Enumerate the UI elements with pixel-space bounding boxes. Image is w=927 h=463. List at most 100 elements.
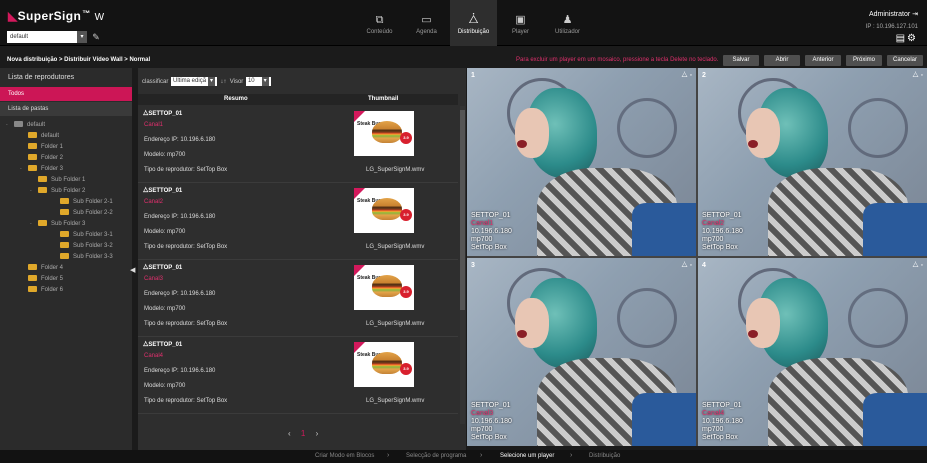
save-button[interactable]: Salvar [723,55,759,66]
folder-icon [28,132,37,139]
tree-folder[interactable]: - Sub Folder 3 [30,219,85,229]
notes-icon[interactable]: ▤ [896,33,907,44]
folder-icon [60,253,69,260]
main-nav: ⧉ Conteúdo ▭ Agenda ⧊ Distribuição ▣ Player ♟ Uti… [356,0,591,46]
player-icon: ▣ [515,14,526,26]
tree-folder[interactable]: Sub Folder 3-1 [60,230,113,240]
top-icons: ▤⚙ [896,33,918,44]
logout-icon[interactable]: ⇥ [912,11,918,18]
content-thumbnail[interactable]: Steak Burger 3.9 [354,188,414,233]
list-scrollbar[interactable] [460,106,465,424]
folder-icon [38,187,47,194]
nav-content[interactable]: ⧉ Conteúdo [356,0,403,46]
summary-header: Resumo [224,96,248,102]
tile-number: 4 [702,262,706,269]
pager: ‹ 1 › [288,429,322,438]
nav-user[interactable]: ♟ Utilizador [544,0,591,46]
tile-number: 2 [702,72,706,79]
chevron-down-icon: ▾ [208,77,216,86]
gear-icon[interactable]: ⚙ [907,33,918,44]
breadcrumb: Nova distribuição > Distribuir Vídeo Wal… [7,57,151,63]
panel-title: Lista de reprodutores [8,74,75,81]
tree-folder[interactable]: - default [6,120,45,130]
pager-prev[interactable]: ‹ [288,429,295,438]
network-icon: ⧊ ◦ [912,72,923,79]
user-menu[interactable]: Administrator ⇥ [869,10,918,18]
player-type: Tipo de reprodutor: SetTop Box [144,321,228,327]
folder-icon [60,242,69,249]
folder-icon [60,209,69,216]
tile-info: SETTOP_01 Canal3 10.196.6.180 mp700 SetTop B… [471,402,512,441]
tree-folder[interactable]: Sub Folder 2-1 [60,197,113,207]
edit-icon[interactable]: ✎ [90,31,102,43]
wall-tile[interactable]: 2 ⧊ ◦ SETTOP_01 Canal2 10.196.6.180 mp700 SetT… [698,68,927,256]
tree-toggle-icon[interactable]: - [6,120,8,130]
user-icon: ♟ [562,14,573,26]
chevron-right-icon: › [387,452,390,459]
pager-current[interactable]: 1 [301,429,309,438]
tree-folder[interactable]: Sub Folder 3-3 [60,252,113,262]
player-channel: Canal1 [144,122,164,128]
content-thumbnail[interactable]: Steak Burger 3.9 [354,265,414,310]
player-ip: Endereço IP: 10.196.6.180 [144,214,216,220]
tree-folder[interactable]: Sub Folder 2-2 [60,208,113,218]
tree-toggle-icon[interactable]: - [30,219,32,229]
network-icon: ⧊ ◦ [681,72,692,79]
wall-tile[interactable]: 4 ⧊ ◦ SETTOP_01 Canal4 10.196.6.180 mp700 SetT… [698,258,927,446]
tree-folder[interactable]: - Sub Folder 2 [30,186,85,196]
player-list-panel: Lista de reprodutores Todos Lista de pas… [0,68,135,450]
network-icon: ⧊ ◦ [912,262,923,269]
tree-folder[interactable]: Folder 2 [28,153,63,163]
filter-all[interactable]: Todos [0,87,132,101]
content-icon: ⧉ [375,14,384,26]
nav-distribution[interactable]: ⧊ Distribuição [450,0,497,46]
folder-list-header[interactable]: Lista de pastas [0,102,132,116]
content-thumbnail[interactable]: Steak Burger 3.9 [354,111,414,156]
sort-order-icon[interactable]: ↓↑ [220,79,226,85]
open-button[interactable]: Abrir [764,55,800,66]
player-type: Tipo de reprodutor: SetTop Box [144,398,228,404]
table-row[interactable]: ⧊SETTOP_01 Canal1 Endereço IP: 10.196.6.18… [138,107,458,183]
table-row[interactable]: ⧊SETTOP_01 Canal3 Endereço IP: 10.196.6.18… [138,261,458,337]
previous-button[interactable]: Anterior [805,55,841,66]
sort-select[interactable]: Última ediçã ▾ [171,77,218,86]
folder-icon [38,176,47,183]
next-button[interactable]: Próximo [846,55,882,66]
tree-folder[interactable]: default [28,131,59,141]
player-ip: Endereço IP: 10.196.6.180 [144,291,216,297]
player-table-panel: classificar Última ediçã ▾ ↓↑ Visor 10 ▾ … [138,68,466,450]
tile-info: SETTOP_01 Canal2 10.196.6.180 mp700 SetTop B… [702,212,743,251]
pager-next[interactable]: › [316,429,323,438]
tile-number: 3 [471,262,475,269]
tree-folder[interactable]: Folder 5 [28,274,63,284]
tile-info: SETTOP_01 Canal1 10.196.6.180 mp700 SetTop B… [471,212,512,251]
nav-player[interactable]: ▣ Player [497,0,544,46]
wizard-step: Selecione um player [500,453,555,459]
table-row[interactable]: ⧊SETTOP_01 Canal2 Endereço IP: 10.196.6.18… [138,184,458,260]
distribution-icon: ⧊ [468,14,479,26]
group-select[interactable]: default ▾ [7,31,87,43]
tree-toggle-icon[interactable]: - [30,186,32,196]
tree-folder[interactable]: - Folder 3 [20,164,63,174]
tree-toggle-icon[interactable]: - [20,164,22,174]
tree-folder[interactable]: Sub Folder 1 [38,175,85,185]
page-size-select[interactable]: 10 ▾ [245,77,271,86]
tree-folder[interactable]: Folder 4 [28,263,63,273]
content-filename: LG_SuperSignM.wmv [366,244,425,250]
chevron-right-icon: › [480,452,483,459]
player-type: Tipo de reprodutor: SetTop Box [144,167,228,173]
scrollbar-thumb[interactable] [460,110,465,310]
tree-folder[interactable]: Folder 6 [28,285,63,295]
content-thumbnail[interactable]: Steak Burger 3.9 [354,342,414,387]
wall-tile[interactable]: 3 ⧊ ◦ SETTOP_01 Canal3 10.196.6.180 mp700 SetT… [467,258,696,446]
table-row[interactable]: ⧊SETTOP_01 Canal4 Endereço IP: 10.196.6.18… [138,338,458,414]
wall-tile[interactable]: 1 ⧊ ◦ SETTOP_01 Canal1 10.196.6.180 mp700 SetT… [467,68,696,256]
chevron-down-icon: ▾ [261,77,269,86]
collapse-panel-icon[interactable]: ◀ [130,266,135,274]
player-model: Modelo: mp700 [144,229,186,235]
cancel-button[interactable]: Cancelar [887,55,923,66]
delete-hint: Para excluir um player em um mosaico, pr… [516,57,719,63]
tree-folder[interactable]: Sub Folder 3-2 [60,241,113,251]
tree-folder[interactable]: Folder 1 [28,142,63,152]
nav-calendar[interactable]: ▭ Agenda [403,0,450,46]
